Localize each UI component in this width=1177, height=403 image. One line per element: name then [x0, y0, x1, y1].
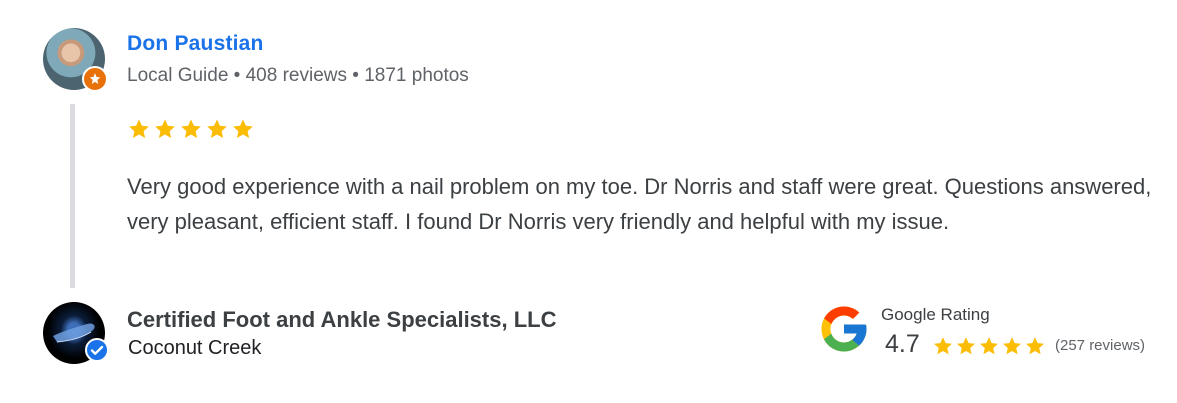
star-icon — [233, 119, 253, 138]
quote-divider — [70, 104, 75, 288]
reviewer-meta: Local Guide • 408 reviews • 1871 photos — [127, 65, 469, 86]
reviewer-name-link[interactable]: Don Paustian — [127, 32, 264, 56]
reviewer-avatar[interactable] — [43, 28, 108, 92]
review-star-rating — [127, 117, 255, 141]
star-icon — [980, 337, 998, 355]
star-icon — [129, 119, 149, 138]
business-location: Coconut Creek — [128, 337, 262, 359]
star-icon — [181, 119, 201, 138]
local-guide-badge-icon — [82, 66, 108, 92]
google-rating-value: 4.7 — [885, 330, 920, 358]
google-star-rating — [932, 335, 1046, 357]
star-icon — [155, 119, 175, 138]
review-text: Very good experience with a nail problem… — [127, 174, 1152, 234]
google-rating-label: Google Rating — [881, 305, 990, 324]
star-icon — [1026, 337, 1044, 355]
star-icon — [957, 337, 975, 355]
google-g-icon — [817, 302, 871, 356]
google-rating-count[interactable]: (257 reviews) — [1055, 337, 1145, 354]
business-name[interactable]: Certified Foot and Ankle Specialists, LL… — [127, 307, 556, 333]
star-icon — [207, 119, 227, 138]
verified-check-icon — [85, 338, 109, 362]
business-logo[interactable] — [43, 302, 109, 364]
star-icon — [1003, 337, 1021, 355]
star-icon — [934, 337, 952, 355]
